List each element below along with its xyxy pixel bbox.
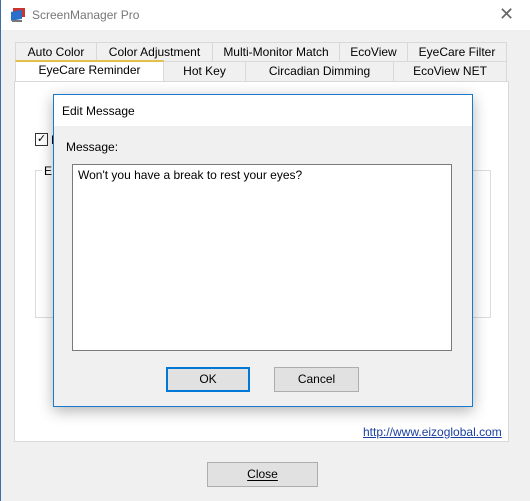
tab-ecoview-net[interactable]: EcoView NET — [393, 61, 507, 81]
tab-circadian-dimming[interactable]: Circadian Dimming — [245, 61, 394, 81]
cancel-button[interactable]: Cancel — [274, 367, 359, 392]
enable-checkbox[interactable]: ✓ — [35, 133, 48, 146]
close-button[interactable]: Close — [207, 462, 318, 487]
message-label: Message: — [66, 140, 119, 154]
main-window: ScreenManager Pro ✕ Auto Color Color Adj… — [0, 0, 530, 501]
website-link[interactable]: http://www.eizoglobal.com — [363, 425, 502, 439]
tab-hot-key[interactable]: Hot Key — [163, 61, 246, 81]
edit-message-dialog: Edit Message Message: Won't you have a b… — [53, 94, 473, 407]
message-input[interactable]: Won't you have a break to rest your eyes… — [72, 164, 452, 351]
dialog-title-bar: Edit Message — [54, 95, 472, 126]
close-button-label: Close — [247, 467, 278, 481]
ok-button[interactable]: OK — [166, 367, 250, 392]
tab-ecoview[interactable]: EcoView — [339, 42, 408, 62]
dialog-title: Edit Message — [62, 104, 135, 118]
tab-multi-monitor-match[interactable]: Multi-Monitor Match — [212, 42, 340, 62]
tab-eyecare-filter[interactable]: EyeCare Filter — [407, 42, 507, 62]
tab-color-adjustment[interactable]: Color Adjustment — [96, 42, 213, 62]
app-icon — [11, 8, 25, 22]
tab-eyecare-reminder[interactable]: EyeCare Reminder — [15, 60, 164, 81]
title-bar: ScreenManager Pro ✕ — [1, 0, 530, 30]
window-title: ScreenManager Pro — [32, 8, 140, 22]
close-icon[interactable]: ✕ — [499, 4, 514, 25]
tab-auto-color[interactable]: Auto Color — [15, 42, 97, 62]
